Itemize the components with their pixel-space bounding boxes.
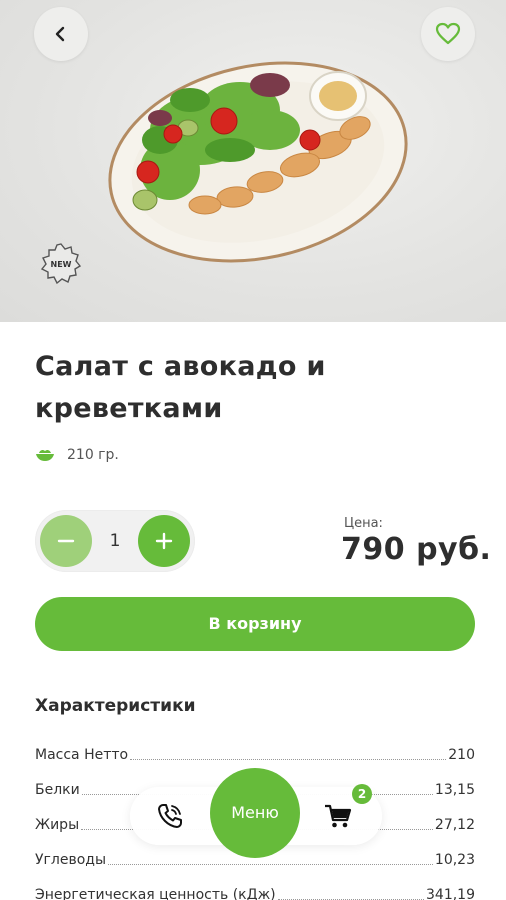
new-badge-icon: NEW: [40, 243, 82, 284]
product-image: NEW: [0, 0, 506, 322]
product-title: Салат с авокадо и креветками: [35, 351, 326, 424]
call-button[interactable]: [155, 801, 185, 831]
price-label: Цена:: [344, 516, 383, 531]
menu-button[interactable]: Меню: [210, 768, 300, 858]
shopping-cart-icon: [325, 804, 352, 828]
spec-value: 10,23: [434, 852, 475, 868]
increase-quantity-button[interactable]: [138, 515, 190, 567]
price-value: 790 руб.: [341, 532, 492, 567]
quantity-stepper: 1: [35, 510, 195, 572]
phone-call-icon: [158, 804, 182, 828]
cart-count-badge: 2: [352, 784, 372, 804]
spec-row: Энергетическая ценность (кДж) 341,19: [35, 878, 475, 900]
spec-name: Энергетическая ценность (кДж): [35, 887, 276, 900]
spec-name: Углеводы: [35, 852, 106, 868]
favorite-button[interactable]: [421, 7, 475, 61]
spec-value: 341,19: [426, 887, 475, 900]
spec-value: 13,15: [434, 782, 475, 798]
add-to-cart-button[interactable]: В корзину: [35, 597, 475, 651]
spec-leader: [108, 864, 433, 865]
cart-button[interactable]: [323, 801, 353, 831]
quantity-value: 1: [109, 531, 121, 551]
bowl-icon: [36, 449, 54, 461]
weight-value: 210 гр.: [67, 447, 119, 463]
decrease-quantity-button[interactable]: [40, 515, 92, 567]
spec-value: 210: [448, 747, 475, 763]
chevron-left-icon: [55, 26, 65, 42]
spec-leader: [130, 759, 447, 760]
new-badge-label: NEW: [51, 260, 72, 269]
spec-value: 27,12: [434, 817, 475, 833]
heart-outline-icon: [435, 22, 461, 45]
plus-icon: [155, 532, 173, 550]
specs-title: Характеристики: [35, 696, 196, 716]
weight-info: 210 гр.: [35, 445, 119, 465]
spec-name: Белки: [35, 782, 80, 798]
back-button[interactable]: [34, 7, 88, 61]
minus-icon: [57, 539, 75, 543]
spec-name: Масса Нетто: [35, 747, 129, 763]
spec-name: Жиры: [35, 817, 80, 833]
